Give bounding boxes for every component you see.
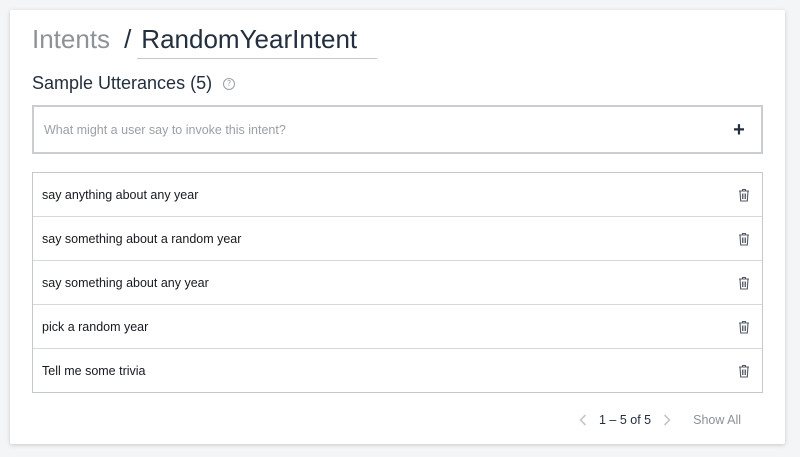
help-icon[interactable]: ? [223,77,236,90]
chevron-left-icon[interactable] [577,413,589,427]
utterance-input[interactable] [34,107,724,152]
utterance-row: pick a random year [33,304,762,348]
show-all-link[interactable]: Show All [693,413,741,427]
intent-editor-card: Intents / RandomYearIntent Sample Uttera… [10,10,785,444]
breadcrumb-separator: / [124,24,132,54]
breadcrumb: Intents / RandomYearIntent [32,24,378,59]
trash-icon[interactable] [736,275,752,291]
utterance-text[interactable]: say anything about any year [42,188,198,202]
section-title: Sample Utterances (5) [32,73,213,93]
pagination-range: 1 – 5 of 5 [599,413,652,427]
utterance-list: say anything about any year say somethin… [32,172,763,393]
sample-utterances-header: Sample Utterances (5) ? [32,73,236,94]
utterance-text[interactable]: pick a random year [42,320,148,334]
breadcrumb-intents-link[interactable]: Intents [32,24,110,55]
intent-name-field[interactable]: RandomYearIntent [137,24,378,59]
trash-icon[interactable] [736,187,752,203]
chevron-right-icon[interactable] [661,413,673,427]
pagination: 1 – 5 of 5 Show All [577,413,741,427]
trash-icon[interactable] [736,319,752,335]
trash-icon[interactable] [736,231,752,247]
utterance-row: say something about a random year [33,216,762,260]
utterance-text[interactable]: Tell me some trivia [42,364,146,378]
utterance-text[interactable]: say something about a random year [42,232,241,246]
add-utterance-box: + [32,105,763,154]
utterance-row: say anything about any year [33,173,762,216]
utterance-row: Tell me some trivia [33,348,762,392]
trash-icon[interactable] [736,363,752,379]
add-utterance-button[interactable]: + [723,114,755,146]
utterance-text[interactable]: say something about any year [42,276,209,290]
utterance-row: say something about any year [33,260,762,304]
